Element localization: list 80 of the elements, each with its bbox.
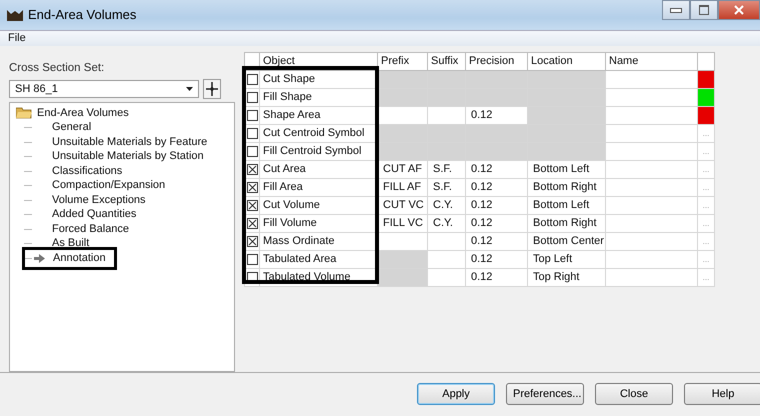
table-cell: 0.12 — [466, 196, 528, 214]
table-cell: 0.12 — [466, 268, 528, 286]
table-cell: Cut Area — [260, 160, 378, 178]
checkbox[interactable] — [247, 146, 258, 157]
table-cell: C.Y. — [428, 196, 466, 214]
checkbox[interactable] — [247, 236, 258, 247]
caret-icon — [186, 86, 193, 91]
menu-item[interactable]: File — [6, 32, 28, 44]
table-cell: FILL VC — [378, 214, 428, 232]
tree-item[interactable]: General — [38, 121, 92, 134]
table-cell: Fill Area — [260, 178, 378, 196]
tree-item[interactable]: Unsuitable Materials by Feature — [38, 136, 208, 149]
tree-item[interactable]: Classifications — [38, 164, 122, 178]
checkbox[interactable] — [247, 164, 258, 175]
table-cell: Cut Centroid Symbol — [260, 124, 378, 142]
close-button[interactable] — [718, 0, 760, 20]
window-title: End-Area Volumes — [28, 7, 136, 22]
tree-item[interactable]: Annotation — [22, 246, 117, 270]
arrow-icon — [34, 254, 45, 263]
dialog-button[interactable]: Close — [595, 383, 673, 406]
table-cell: Bottom Left — [528, 160, 606, 178]
color-swatch[interactable] — [698, 107, 714, 124]
color-swatch[interactable] — [698, 71, 714, 88]
table-cell: Cut Volume — [260, 196, 378, 214]
table-cell: Fill Centroid Symbol — [260, 142, 378, 160]
table-cell: Bottom Left — [528, 196, 606, 214]
table-cell: Bottom Right — [528, 214, 606, 232]
close-icon — [734, 5, 744, 15]
app-icon — [6, 8, 24, 22]
checkbox[interactable] — [247, 254, 258, 265]
field-label: Cross Section Set: — [9, 62, 106, 76]
table-cell: 0.12 — [466, 232, 528, 250]
table-cell: Top Left — [528, 250, 606, 268]
table-cell: FILL AF — [378, 178, 428, 196]
dialog-button[interactable]: Preferences... — [506, 383, 584, 406]
checkbox[interactable] — [247, 200, 258, 211]
column-header[interactable]: Name — [606, 52, 698, 70]
table-cell: Shape Area — [260, 106, 378, 124]
table-cell: 0.12 — [466, 214, 528, 232]
table-cell: Bottom Center — [528, 232, 606, 250]
checkbox[interactable] — [247, 218, 258, 229]
column-header[interactable]: Suffix — [428, 52, 466, 70]
tree-item[interactable]: Compaction/Expansion — [38, 179, 166, 192]
tree-item[interactable]: Volume Exceptions — [38, 194, 146, 207]
table-cell: C.Y. — [428, 214, 466, 232]
pick-button[interactable] — [203, 78, 221, 99]
table-cell: Fill Shape — [260, 88, 378, 106]
table-cell: CUT AF — [378, 160, 428, 178]
color-swatch[interactable] — [698, 89, 714, 106]
table-cell: Tabulated Area — [260, 250, 378, 268]
table-cell: S.F. — [428, 178, 466, 196]
checkbox[interactable] — [247, 92, 258, 103]
table-cell: S.F. — [428, 160, 466, 178]
minimize-button[interactable] — [662, 0, 690, 20]
table-cell: Cut Shape — [260, 70, 378, 88]
tree-item[interactable]: Unsuitable Materials by Station — [38, 150, 204, 164]
table-cell: Mass Ordinate — [260, 232, 378, 250]
folder-icon — [16, 106, 32, 119]
tree-item[interactable]: Added Quantities — [38, 208, 136, 222]
column-header[interactable]: Location — [528, 52, 606, 70]
table-cell: 0.12 — [466, 178, 528, 196]
dialog-button[interactable]: Help — [684, 383, 760, 406]
table-cell: CUT VC — [378, 196, 428, 214]
table-cell: Bottom Right — [528, 178, 606, 196]
table-cell: Fill Volume — [260, 214, 378, 232]
table-cell: 0.12 — [466, 160, 528, 178]
maximize-button[interactable] — [690, 0, 718, 20]
checkbox[interactable] — [247, 74, 258, 85]
table-cell: 0.12 — [466, 250, 528, 268]
dialog-button[interactable]: Apply — [417, 383, 495, 406]
column-header[interactable]: Precision — [466, 52, 528, 70]
checkbox[interactable] — [247, 128, 258, 139]
tree-item[interactable]: Forced Balance — [38, 222, 130, 236]
column-header[interactable]: Prefix — [378, 52, 428, 70]
cross-section-dropdown[interactable]: SH 86_1 — [9, 80, 199, 98]
table-cell: Top Right — [528, 268, 606, 286]
checkbox[interactable] — [247, 182, 258, 193]
table-cell: 0.12 — [466, 106, 528, 124]
tree-item[interactable]: End-Area Volumes — [14, 104, 230, 121]
checkbox[interactable] — [247, 110, 258, 121]
